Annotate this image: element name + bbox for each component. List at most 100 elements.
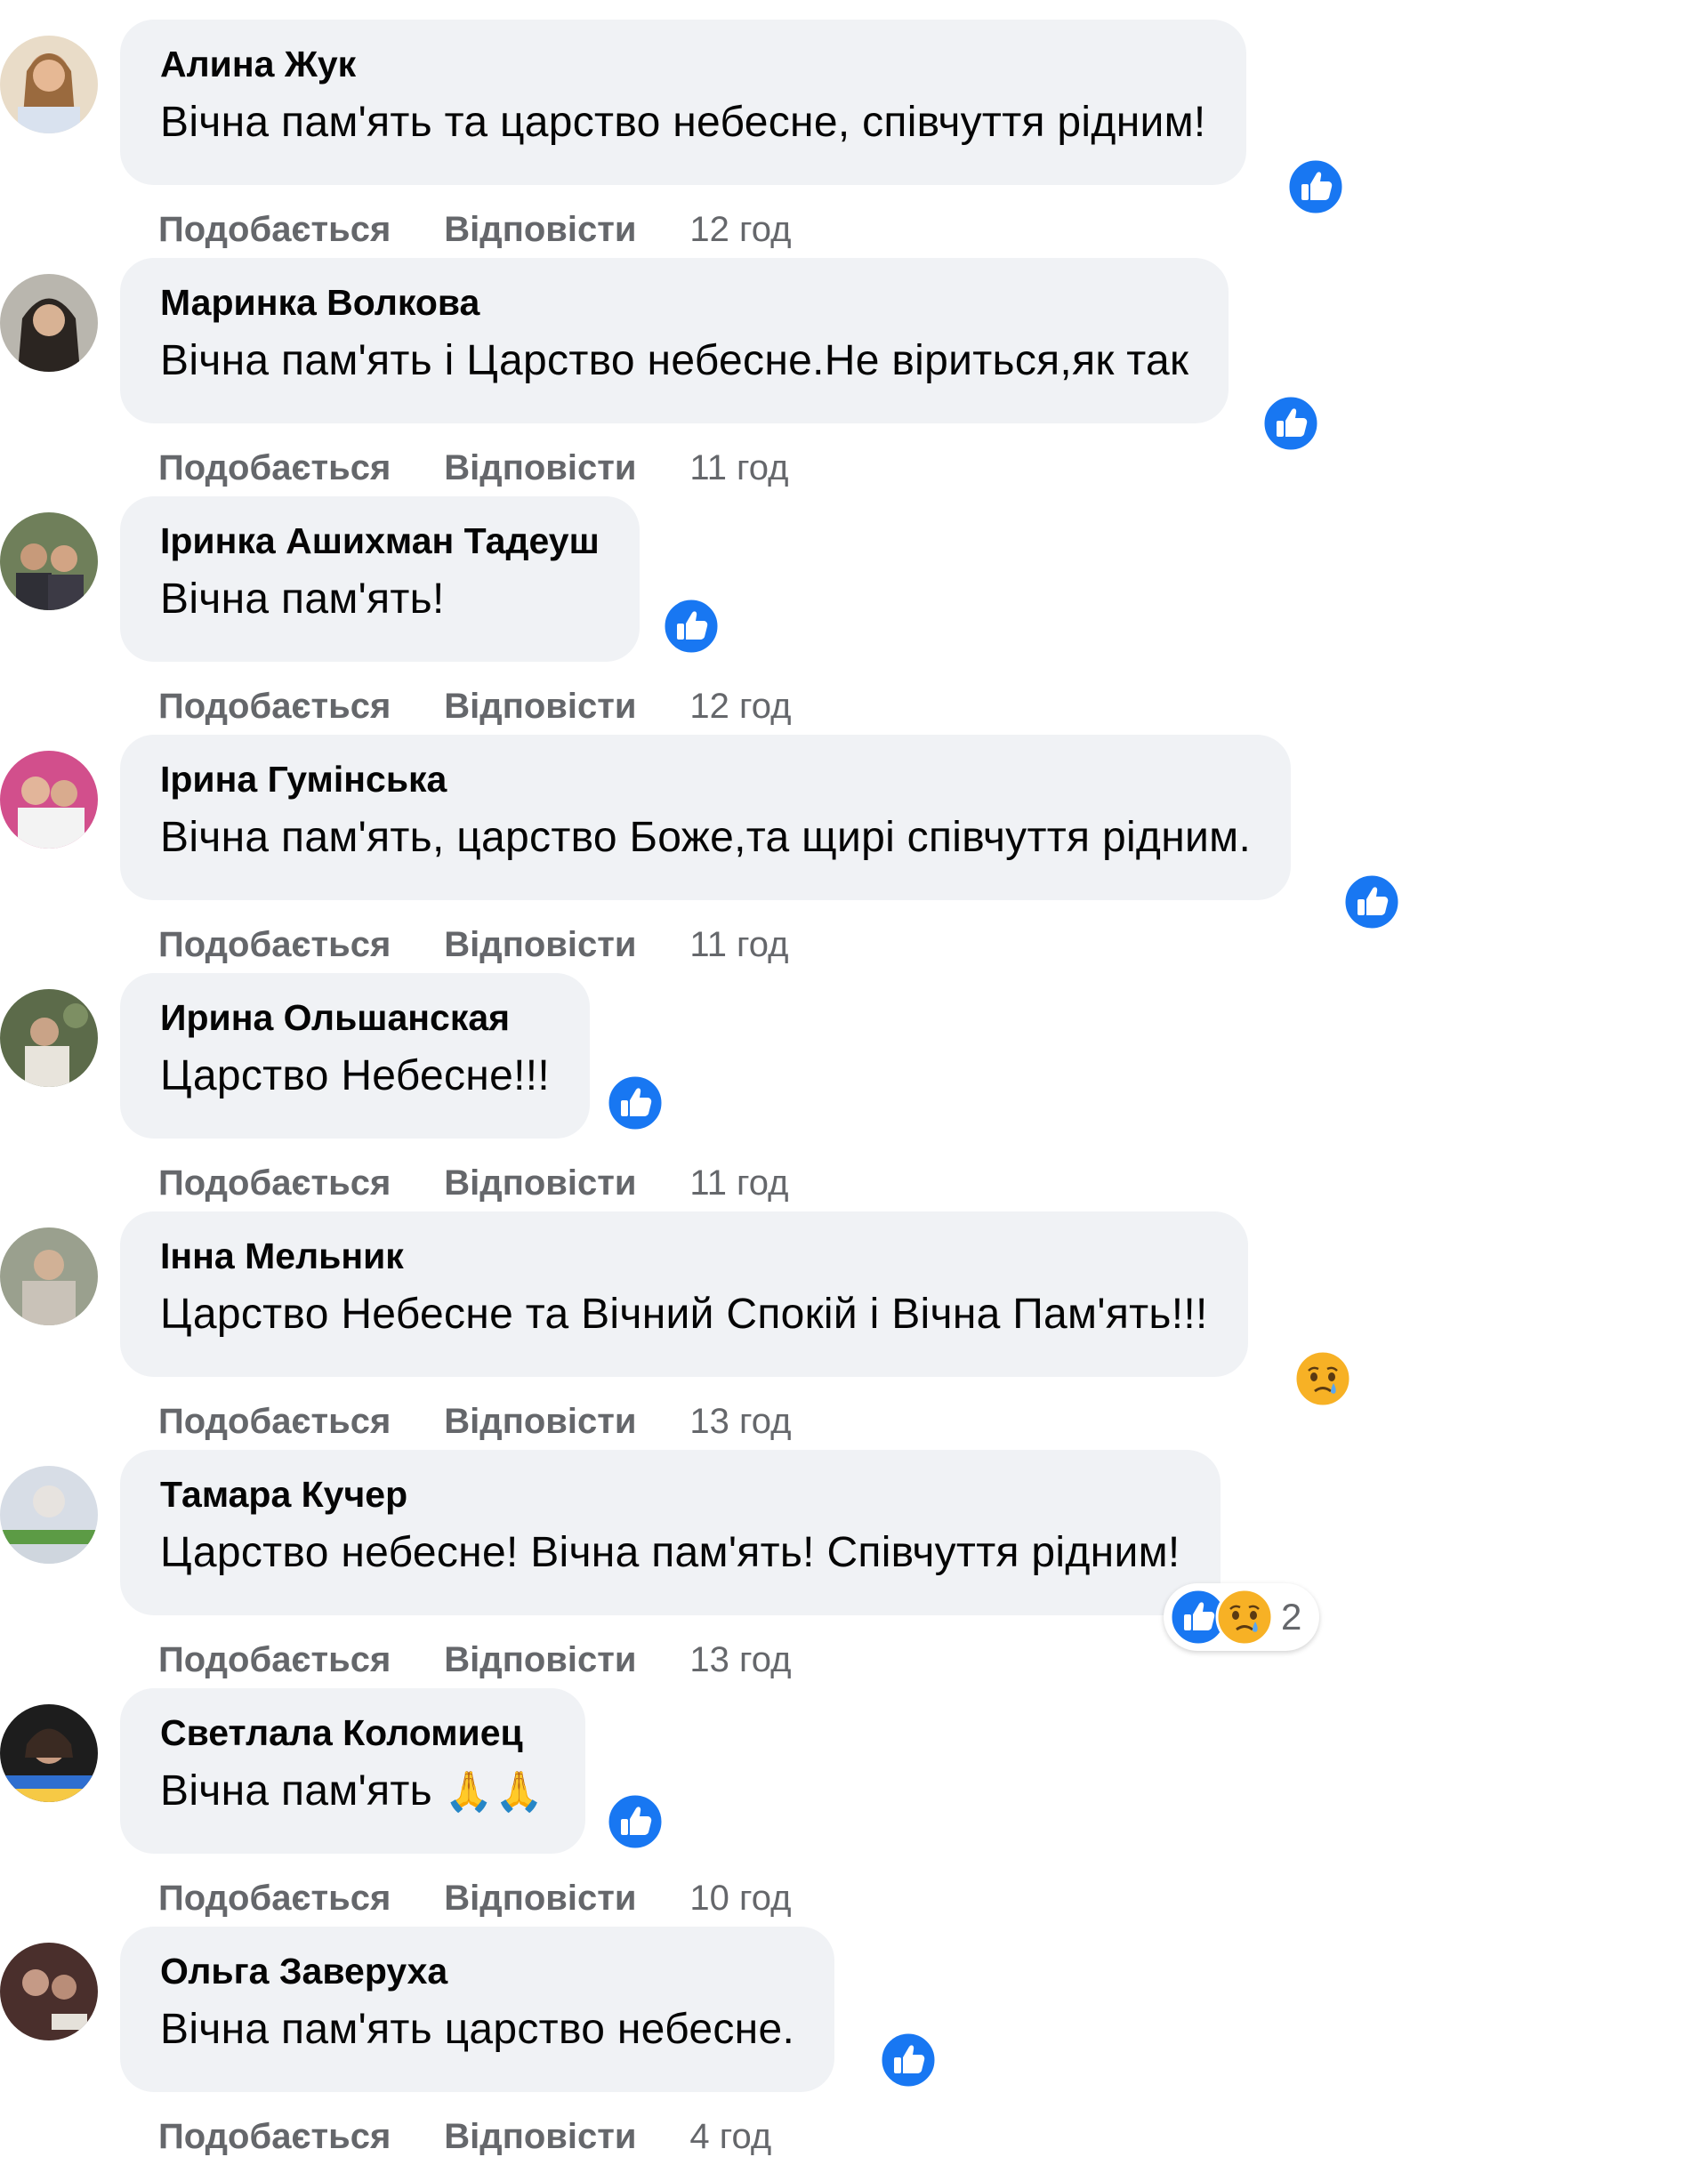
reaction-summary[interactable] — [1337, 868, 1406, 936]
like-reaction-icon — [1286, 157, 1345, 216]
comment-author[interactable]: Ірина Гумінська — [160, 756, 1251, 802]
like-link[interactable]: Подобається — [158, 210, 391, 249]
reply-link[interactable]: Відповісти — [444, 210, 636, 249]
like-link[interactable]: Подобається — [158, 1402, 391, 1441]
comment-author[interactable]: Ирина Ольшанская — [160, 994, 550, 1041]
comment-author[interactable]: Ольга Заверуха — [160, 1948, 794, 1994]
comment-actions: Подобається Відповісти 4 год — [158, 2110, 771, 2163]
avatar[interactable] — [0, 512, 98, 610]
comment-time[interactable]: 11 год — [689, 1163, 788, 1203]
comment-item: Алина Жук Вічна пам'ять та царство небес… — [0, 20, 1708, 258]
comment-bubble: Ирина Ольшанская Царство Небесне!!! — [120, 973, 591, 1139]
comment-author[interactable]: Маринка Волкова — [160, 279, 1188, 326]
comment-actions: Подобається Відповісти 11 год — [158, 1156, 788, 1210]
comment-bubble: Алина Жук Вічна пам'ять та царство небес… — [120, 20, 1246, 185]
sad-reaction-icon — [1293, 1349, 1352, 1408]
like-link[interactable]: Подобається — [158, 448, 391, 487]
comment-item: Маринка Волкова Вічна пам'ять і Царство … — [0, 258, 1708, 496]
reply-link[interactable]: Відповісти — [444, 1640, 636, 1679]
comment-item: Светлала Коломиец Вічна пам'ять 🙏🙏 Подоб… — [0, 1688, 1708, 1927]
reply-link[interactable]: Відповісти — [444, 1879, 636, 1918]
comment-bubble: Тамара Кучер Царство небесне! Вічна пам'… — [120, 1450, 1221, 1615]
comment-time[interactable]: 10 год — [689, 1879, 791, 1918]
comment-item: Ирина Ольшанская Царство Небесне!!! Подо… — [0, 973, 1708, 1211]
comment-bubble: Інна Мельник Царство Небесне та Вічний С… — [120, 1211, 1248, 1377]
sad-reaction-icon — [1215, 1588, 1274, 1646]
avatar[interactable] — [0, 751, 98, 849]
avatar[interactable] — [0, 36, 98, 133]
comment-text: Царство Небесне!!! — [160, 1052, 551, 1099]
avatar[interactable] — [0, 1704, 98, 1802]
comment-text-main: Вічна пам'ять — [160, 1767, 432, 1815]
reaction-summary[interactable] — [874, 2026, 943, 2094]
comment-bubble: Ольга Заверуха Вічна пам'ять царство неб… — [120, 1927, 835, 2092]
comment-author[interactable]: Інна Мельник — [160, 1233, 1208, 1279]
comment-time[interactable]: 11 год — [689, 448, 788, 487]
comment-text: Вічна пам'ять та царство небесне, співчу… — [160, 99, 1206, 146]
like-link[interactable]: Подобається — [158, 2117, 391, 2156]
comment-item: Інна Мельник Царство Небесне та Вічний С… — [0, 1211, 1708, 1450]
avatar[interactable] — [0, 274, 98, 372]
reaction-summary[interactable] — [600, 1069, 670, 1137]
like-link[interactable]: Подобається — [158, 687, 391, 726]
comment-text: Вічна пам'ять і Царство небесне.Не вірит… — [160, 337, 1189, 384]
comment-actions: Подобається Відповісти 10 год — [158, 1871, 791, 1925]
reaction-summary[interactable] — [1256, 390, 1325, 457]
comment-author[interactable]: Тамара Кучер — [160, 1471, 1180, 1517]
comment-author[interactable]: Іринка Ашихман Тадеуш — [160, 518, 600, 564]
comment-item: Іринка Ашихман Тадеуш Вічна пам'ять! Под… — [0, 496, 1708, 735]
comment-time[interactable]: 11 год — [689, 925, 788, 964]
like-reaction-icon — [1342, 873, 1401, 931]
comment-time[interactable]: 13 год — [689, 1640, 791, 1679]
comment-actions: Подобається Відповісти 13 год — [158, 1633, 791, 1686]
comment-time[interactable]: 4 год — [689, 2117, 771, 2156]
comment-bubble: Маринка Волкова Вічна пам'ять і Царство … — [120, 258, 1229, 423]
comment-time[interactable]: 12 год — [689, 687, 791, 726]
reply-link[interactable]: Відповісти — [444, 925, 636, 964]
reply-link[interactable]: Відповісти — [444, 687, 636, 726]
like-link[interactable]: Подобається — [158, 1163, 391, 1203]
reaction-summary[interactable] — [1281, 153, 1350, 221]
comment-actions: Подобається Відповісти 12 год — [158, 680, 791, 733]
reaction-summary[interactable] — [600, 1788, 670, 1855]
like-reaction-icon — [606, 1792, 665, 1851]
comment-item: Ольга Заверуха Вічна пам'ять царство неб… — [0, 1927, 1708, 2165]
comment-text: Царство Небесне та Вічний Спокій і Вічна… — [160, 1291, 1208, 1338]
reply-link[interactable]: Відповісти — [444, 1163, 636, 1203]
like-reaction-icon — [879, 2031, 938, 2089]
reaction-summary[interactable] — [657, 592, 726, 660]
comment-actions: Подобається Відповісти 12 год — [158, 203, 791, 256]
avatar[interactable] — [0, 1943, 98, 2040]
like-reaction-icon — [1261, 394, 1320, 453]
comment-text: Вічна пам'ять, царство Боже,та щирі спів… — [160, 814, 1252, 861]
comment-author[interactable]: Алина Жук — [160, 41, 1206, 87]
like-reaction-icon — [606, 1074, 665, 1132]
like-link[interactable]: Подобається — [158, 925, 391, 964]
comment-actions: Подобається Відповісти 11 год — [158, 918, 788, 971]
comment-text: Вічна пам'ять 🙏🙏 — [160, 1761, 545, 1823]
comment-item: Ірина Гумінська Вічна пам'ять, царство Б… — [0, 735, 1708, 973]
reply-link[interactable]: Відповісти — [444, 448, 636, 487]
reply-link[interactable]: Відповісти — [444, 2117, 636, 2156]
comment-actions: Подобається Відповісти 11 год — [158, 441, 788, 495]
comment-bubble: Іринка Ашихман Тадеуш Вічна пам'ять! — [120, 496, 640, 662]
like-link[interactable]: Подобається — [158, 1879, 391, 1918]
like-link[interactable]: Подобається — [158, 1640, 391, 1679]
avatar[interactable] — [0, 1227, 98, 1325]
praying-hands-emoji: 🙏🙏 — [444, 1770, 546, 1814]
comment-text: Вічна пам'ять! — [160, 575, 445, 623]
comment-bubble: Светлала Коломиец Вічна пам'ять 🙏🙏 — [120, 1688, 586, 1854]
reply-link[interactable]: Відповісти — [444, 1402, 636, 1441]
avatar[interactable] — [0, 1466, 98, 1564]
comment-text: Царство небесне! Вічна пам'ять! Співчутт… — [160, 1529, 1180, 1576]
like-reaction-icon — [662, 597, 721, 656]
comment-time[interactable]: 12 год — [689, 210, 791, 249]
comment-actions: Подобається Відповісти 13 год — [158, 1395, 791, 1448]
avatar[interactable] — [0, 989, 98, 1087]
reaction-summary[interactable]: 2 — [1164, 1583, 1320, 1651]
comment-time[interactable]: 13 год — [689, 1402, 791, 1441]
comment-text: Вічна пам'ять царство небесне. — [160, 2006, 795, 2053]
comment-author[interactable]: Светлала Коломиец — [160, 1710, 545, 1756]
reaction-summary[interactable] — [1288, 1345, 1358, 1412]
reaction-count: 2 — [1281, 1596, 1302, 1638]
